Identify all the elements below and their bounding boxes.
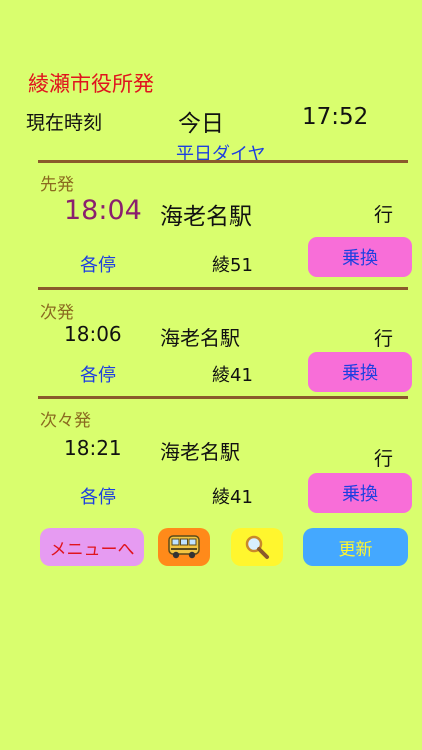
route-number: 綾41 [212, 487, 253, 508]
departure-label: 先発 [40, 175, 74, 195]
current-time: 17:52 [302, 104, 369, 130]
day-label: 今日 [178, 111, 224, 137]
divider [38, 287, 408, 290]
bus-icon [168, 535, 200, 559]
divider [38, 160, 408, 163]
current-time-label: 現在時刻 [26, 112, 103, 134]
direction-label: 行 [374, 448, 394, 470]
departure-time: 18:04 [64, 195, 142, 226]
departure-time: 18:21 [64, 436, 122, 460]
direction-label: 行 [374, 204, 394, 226]
bus-button[interactable] [158, 528, 210, 566]
refresh-button[interactable]: 更新 [303, 528, 408, 566]
service-kind: 各停 [80, 255, 116, 276]
route-number: 綾41 [212, 365, 253, 386]
departure-time: 18:06 [64, 322, 122, 346]
departure-label: 次発 [40, 303, 74, 323]
station-title: 綾瀬市役所発 [28, 72, 154, 96]
destination: 海老名駅 [160, 440, 240, 464]
service-kind: 各停 [80, 365, 116, 386]
departure-label: 次々発 [40, 411, 91, 431]
destination: 海老名駅 [160, 204, 252, 230]
service-kind: 各停 [80, 487, 116, 508]
transfer-button[interactable]: 乗換 [308, 352, 412, 392]
direction-label: 行 [374, 328, 394, 350]
menu-button[interactable]: メニューへ [40, 528, 144, 566]
divider [38, 396, 408, 399]
transfer-button[interactable]: 乗換 [308, 473, 412, 513]
transfer-button[interactable]: 乗換 [308, 237, 412, 277]
search-button[interactable] [231, 528, 283, 566]
destination: 海老名駅 [160, 326, 240, 350]
magnifier-icon [245, 535, 269, 559]
route-number: 綾51 [212, 255, 253, 276]
